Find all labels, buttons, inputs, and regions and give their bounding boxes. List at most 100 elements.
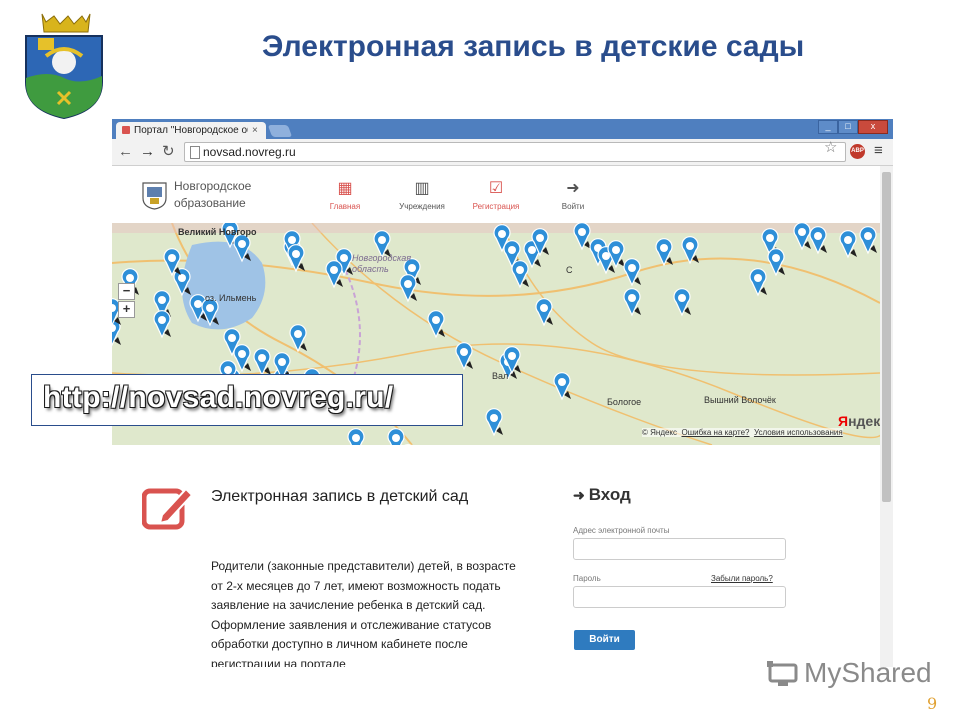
tab-strip: Портал "Новгородское обр × _ □ x — [112, 119, 893, 139]
map-pin[interactable] — [839, 230, 857, 259]
url-text[interactable]: novsad.novreg.ru — [203, 143, 296, 161]
tab-title: Портал "Новгородское обр — [134, 125, 248, 136]
map-pin[interactable] — [767, 248, 785, 277]
map-pin[interactable] — [623, 288, 641, 317]
map-pin[interactable] — [173, 268, 191, 297]
email-field[interactable] — [573, 538, 786, 560]
email-label: Адрес электронной почты — [573, 526, 670, 535]
login-title-text: Вход — [588, 485, 631, 504]
nav-login[interactable]: ➜ Войти — [538, 180, 608, 211]
map-pin[interactable] — [809, 226, 827, 255]
watermark-icon — [767, 661, 798, 686]
map-pin[interactable] — [163, 248, 181, 277]
map-pin[interactable] — [793, 223, 811, 251]
scrollbar-thumb[interactable] — [882, 172, 891, 502]
url-banner-text: http://novsad.novreg.ru/ — [43, 381, 394, 414]
map-pin[interactable] — [455, 342, 473, 371]
map-pin[interactable] — [485, 408, 503, 437]
login-arrow-icon: ➜ — [573, 487, 585, 503]
map-pin[interactable] — [553, 372, 571, 401]
map-label-kresttsy: С — [566, 265, 573, 275]
building-icon: ▥ — [414, 180, 430, 197]
new-tab-button[interactable] — [267, 125, 293, 137]
map-pin[interactable] — [287, 244, 305, 273]
tab-close-button[interactable]: × — [252, 122, 258, 139]
map-pin[interactable] — [681, 236, 699, 265]
map-pin[interactable] — [233, 344, 251, 373]
map-label-bologoe: Бологое — [607, 397, 642, 407]
map-terms-link[interactable]: Условия использования — [754, 428, 843, 437]
maximize-button[interactable]: □ — [838, 120, 858, 134]
login-button[interactable]: Войти — [574, 630, 635, 650]
forgot-password-link[interactable]: Забыли пароль? — [711, 574, 773, 583]
map-pin[interactable] — [325, 260, 343, 289]
close-window-button[interactable]: x — [858, 120, 888, 134]
minimize-button[interactable]: _ — [818, 120, 838, 134]
map-pin[interactable] — [399, 274, 417, 303]
map-pin[interactable] — [749, 268, 767, 297]
map-pin[interactable] — [427, 310, 445, 339]
nav-institutions[interactable]: ▥ Учреждения — [387, 180, 457, 211]
page-number: 9 — [927, 694, 938, 713]
map-pin[interactable] — [153, 310, 171, 339]
password-label: Пароль — [573, 574, 601, 583]
nav-home[interactable]: ▦ Главная — [310, 180, 380, 211]
site-header: Новгородское образование ▦ Главная ▥ Учр… — [112, 166, 880, 224]
map-pin[interactable] — [511, 260, 529, 289]
reload-icon[interactable]: ↻ — [162, 143, 175, 161]
nav-registration-label: Регистрация — [472, 202, 520, 211]
browser-toolbar: ← → ↻ novsad.novreg.ru ☆ ABP ≡ — [112, 139, 893, 166]
yandex-logo-rest: ндекс — [848, 413, 880, 429]
site-name: Новгородское образование — [174, 179, 252, 210]
login-heading: ➜ Вход — [573, 485, 631, 505]
map-pin[interactable] — [253, 348, 271, 377]
map-footer: © Яндекс Ошибка на карте? Условия исполь… — [642, 428, 843, 437]
map-label-vyshny: Вышний Волочёк — [704, 395, 776, 405]
map-pin[interactable] — [347, 428, 365, 445]
zoom-out-button[interactable]: − — [118, 283, 135, 300]
map-label-valday: Вал — [492, 371, 509, 381]
map-pin[interactable] — [859, 226, 877, 255]
site-logo-icon — [142, 182, 167, 210]
map-label-city: Великий Новгоро — [178, 227, 257, 237]
coat-of-arms-logo — [18, 12, 110, 120]
yandex-logo-y: Я — [838, 413, 849, 429]
map-pin[interactable] — [387, 428, 405, 445]
checkbox-icon: ☑ — [488, 180, 504, 197]
map-pin[interactable] — [535, 298, 553, 327]
nav-login-label: Войти — [561, 202, 585, 211]
url-banner: http://novsad.novreg.ru/ — [31, 374, 463, 426]
password-field[interactable] — [573, 586, 786, 608]
browser-tab[interactable]: Портал "Новгородское обр × — [116, 122, 266, 139]
info-text: Родители (законные представители) детей,… — [211, 559, 516, 667]
map-error-link[interactable]: Ошибка на карте? — [681, 428, 749, 437]
menu-icon[interactable]: ≡ — [874, 142, 883, 160]
adblock-icon[interactable]: ABP — [850, 144, 865, 159]
address-bar[interactable]: novsad.novreg.ru — [184, 142, 846, 162]
forward-icon[interactable]: → — [140, 143, 155, 161]
slide-title: Электронная запись в детские сады — [262, 30, 805, 63]
map-label-lake: оз. Ильмень — [205, 293, 257, 303]
map-label-region: Новгородская область — [352, 253, 412, 274]
edit-icon — [142, 487, 194, 530]
yandex-logo: Яндекс — [838, 413, 880, 429]
back-icon[interactable]: ← — [118, 143, 133, 161]
map-pin[interactable] — [673, 288, 691, 317]
nav-institutions-label: Учреждения — [399, 202, 445, 211]
login-icon: ➜ — [566, 180, 580, 197]
map-copyright: © Яндекс — [642, 428, 678, 437]
favicon-icon — [122, 126, 130, 134]
page-scrollbar[interactable] — [880, 166, 893, 667]
zoom-in-button[interactable]: + — [118, 301, 135, 318]
map-pin[interactable] — [623, 258, 641, 287]
map-pin[interactable] — [655, 238, 673, 267]
map-pin[interactable] — [289, 324, 307, 353]
info-title: Электронная запись в детский сад — [211, 488, 469, 505]
window-controls: _ □ x — [818, 120, 888, 134]
star-icon[interactable]: ☆ — [824, 140, 837, 156]
map-pin[interactable] — [233, 234, 251, 263]
grid-icon: ▦ — [337, 180, 353, 197]
nav-registration[interactable]: ☑ Регистрация — [461, 180, 531, 211]
map-pin[interactable] — [573, 223, 591, 251]
watermark-logo: MyShared — [764, 655, 932, 695]
